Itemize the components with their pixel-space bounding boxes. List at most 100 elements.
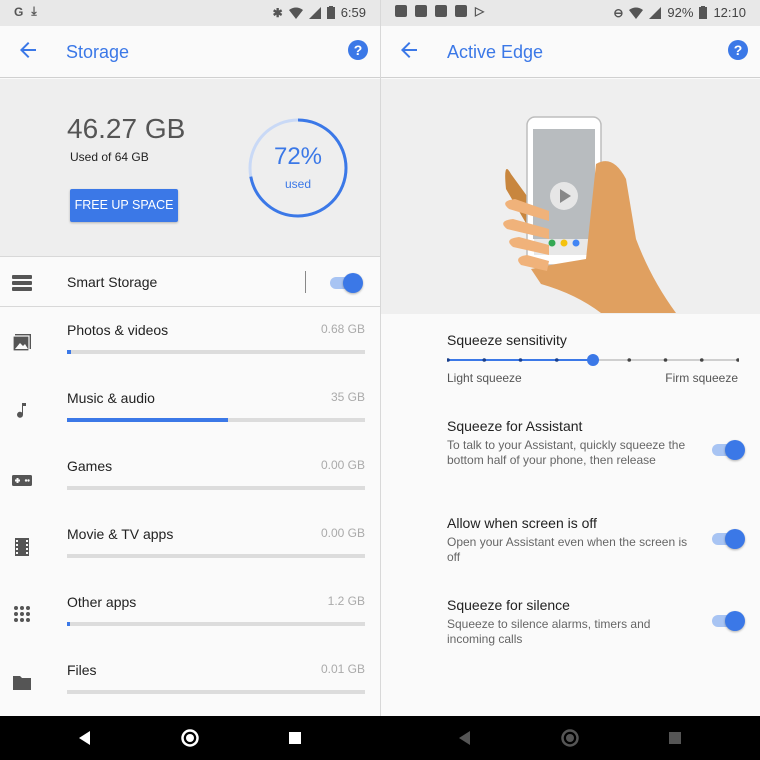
do-not-disturb-icon: ⊖: [613, 5, 624, 20]
slider-low-label: Light squeeze: [447, 371, 522, 385]
battery-icon: [326, 6, 335, 19]
nav-back-icon[interactable]: [75, 728, 95, 748]
category-usage-fill: [67, 418, 228, 422]
setting-title: Squeeze for silence: [447, 597, 570, 613]
allow-when-screen-off-setting[interactable]: Allow when screen is off Open your Assis…: [447, 515, 747, 565]
category-usage-fill: [67, 350, 71, 354]
cell-signal-icon: [308, 6, 321, 19]
slider-high-label: Firm squeeze: [665, 371, 738, 385]
slider-tick: [482, 358, 487, 362]
nav-home-icon[interactable]: [560, 728, 580, 748]
nav-recents-icon[interactable]: [285, 728, 305, 748]
slider-tick: [736, 358, 739, 362]
setting-description: Open your Assistant even when the screen…: [447, 535, 688, 564]
bluetooth-icon: ✱: [272, 5, 283, 20]
category-label: Games: [67, 458, 113, 474]
storage-summary: 46.27 GB Used of 64 GB FREE UP SPACE 72%…: [0, 79, 380, 257]
hand-squeezing-phone-illustration: [503, 116, 676, 313]
slider-thumb[interactable]: [587, 354, 599, 366]
squeeze-for-assistant-setting[interactable]: Squeeze for Assistant To talk to your As…: [447, 418, 747, 468]
category-size: 35 GB: [330, 390, 365, 404]
category-label: Movie & TV apps: [67, 526, 174, 542]
usage-percent-label: used: [284, 177, 312, 191]
status-bar: G ⤓ ✱ 6:59: [0, 0, 380, 26]
category-movie-tv-apps[interactable]: Movie & TV apps 0.00 GB: [0, 526, 380, 594]
slider-tick: [518, 358, 523, 362]
category-usage-bar: [67, 418, 365, 422]
category-size: 0.68 GB: [320, 322, 365, 336]
used-storage-total: Used of 64 GB: [70, 150, 149, 164]
wifi-icon: [629, 7, 644, 19]
help-icon[interactable]: ?: [348, 40, 368, 60]
category-usage-bar: [67, 350, 365, 354]
category-label: Files: [67, 662, 97, 678]
category-music-audio[interactable]: Music & audio 35 GB: [0, 390, 380, 458]
usage-percent: 72%: [273, 143, 323, 170]
back-arrow-icon[interactable]: [397, 38, 421, 62]
news-icon: [395, 5, 407, 17]
gamepad-icon: [12, 475, 32, 486]
setting-description: Squeeze to silence alarms, timers and in…: [447, 617, 651, 646]
slider-tick: [699, 358, 704, 362]
app-bar: Storage ?: [0, 26, 380, 78]
squeeze-for-assistant-toggle[interactable]: [712, 439, 745, 460]
navigation-bar: [0, 716, 760, 760]
back-arrow-icon[interactable]: [16, 38, 40, 62]
squeeze-for-silence-toggle[interactable]: [712, 610, 745, 631]
photo-icon: [12, 334, 31, 352]
squeeze-illustration: [381, 79, 760, 314]
setting-description: To talk to your Assistant, quickly squee…: [447, 438, 686, 467]
play-store-icon: ▷: [475, 4, 485, 18]
google-icon: G: [14, 4, 24, 19]
folder-icon: [13, 676, 31, 690]
category-usage-bar: [67, 622, 365, 626]
category-size: 0.00 GB: [320, 526, 365, 540]
category-other-apps[interactable]: Other apps 1.2 GB: [0, 594, 380, 662]
squeeze-sensitivity-slider[interactable]: [447, 352, 739, 368]
cell-signal-icon: [649, 6, 662, 19]
used-storage-value: 46.27 GB: [67, 113, 186, 144]
category-label: Music & audio: [67, 390, 155, 406]
battery-icon: [699, 6, 708, 19]
status-time: 12:10: [713, 5, 746, 20]
nav-home-icon[interactable]: [180, 728, 200, 748]
divider: [305, 271, 306, 293]
text-a-icon: [455, 5, 467, 17]
category-label: Photos & videos: [67, 322, 169, 338]
download-icon: ⤓: [31, 4, 37, 18]
category-files[interactable]: Files 0.01 GB: [0, 662, 380, 716]
slider-tick: [627, 358, 632, 362]
allow-when-screen-off-toggle[interactable]: [712, 528, 745, 549]
setting-title: Squeeze for Assistant: [447, 418, 583, 434]
music-note-icon: [17, 403, 26, 418]
slider-tick: [447, 358, 450, 362]
free-up-space-button[interactable]: FREE UP SPACE: [70, 189, 178, 222]
nav-back-icon[interactable]: [455, 728, 475, 748]
squeeze-sensitivity-title: Squeeze sensitivity: [447, 332, 567, 348]
category-photos-videos[interactable]: Photos & videos 0.68 GB: [0, 322, 380, 390]
category-label: Other apps: [67, 594, 137, 610]
category-size: 1.2 GB: [327, 594, 365, 608]
category-usage-bar: [67, 554, 365, 558]
battery-percent: 92%: [667, 5, 694, 20]
active-edge-screen: ▷ ⊖ 92% 12:10 Active Edge ? Squeeze sens…: [380, 0, 760, 716]
apps-grid-icon: [14, 606, 30, 622]
smart-storage-row[interactable]: Smart Storage: [0, 258, 380, 307]
status-time: 6:59: [340, 5, 366, 20]
status-bar: ▷ ⊖ 92% 12:10: [381, 0, 760, 26]
help-icon[interactable]: ?: [728, 40, 748, 60]
film-icon: [15, 538, 29, 556]
page-title: Storage: [66, 42, 130, 62]
storage-list-icon: [12, 275, 32, 291]
nav-recents-icon[interactable]: [665, 728, 685, 748]
smart-storage-label: Smart Storage: [67, 274, 158, 290]
category-games[interactable]: Games 0.00 GB: [0, 458, 380, 526]
slider-tick: [663, 358, 668, 362]
app-bar: Active Edge ?: [381, 26, 760, 78]
squeeze-for-silence-setting[interactable]: Squeeze for silence Squeeze to silence a…: [447, 597, 747, 647]
category-size: 0.01 GB: [320, 662, 365, 676]
category-usage-fill: [67, 622, 70, 626]
setting-title: Allow when screen is off: [447, 515, 597, 531]
smart-storage-toggle[interactable]: [330, 272, 363, 293]
wifi-icon: [288, 7, 303, 19]
